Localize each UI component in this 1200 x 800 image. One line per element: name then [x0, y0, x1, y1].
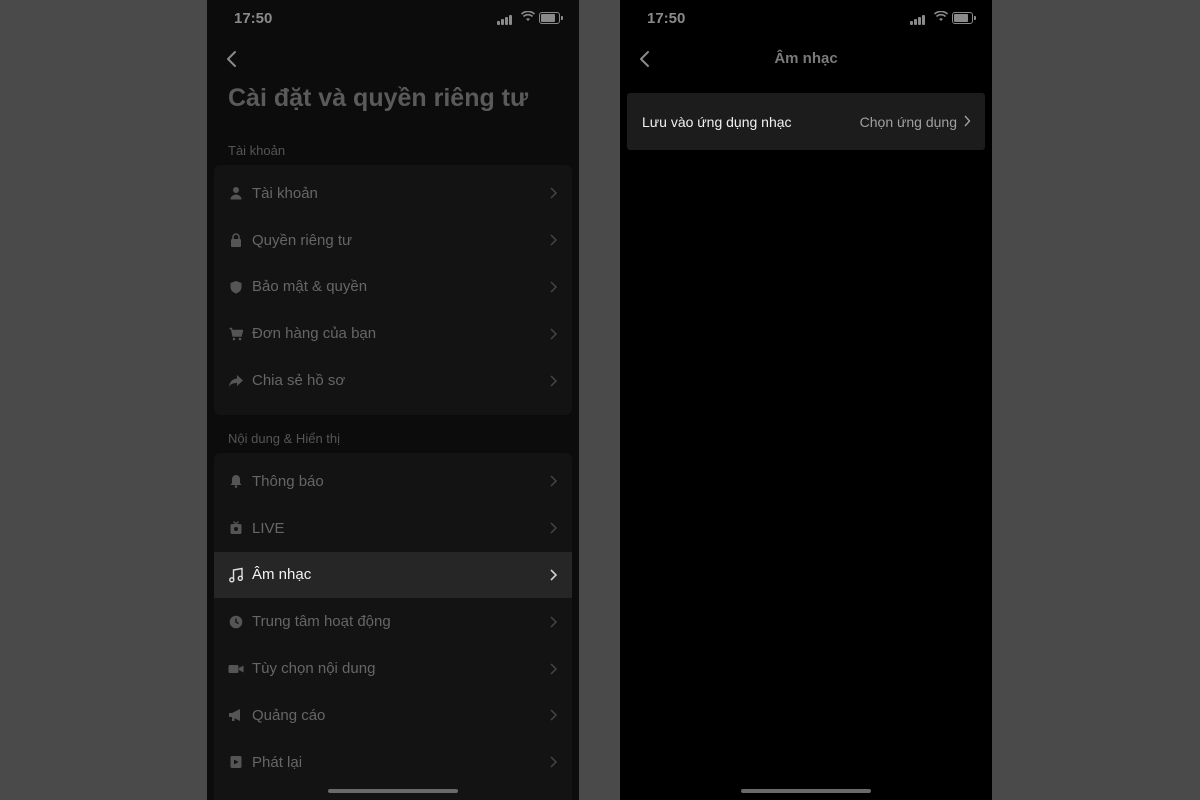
home-indicator[interactable] [741, 789, 871, 793]
settings-item-music[interactable]: Âm nhạc [214, 551, 572, 599]
chevron-right-icon [550, 522, 558, 534]
settings-item-playback[interactable]: Phát lại [214, 739, 572, 786]
page-title: Âm nhạc [774, 50, 838, 67]
settings-item-account[interactable]: Tài khoản [214, 170, 572, 217]
settings-item-label: Chia sẻ hồ sơ [252, 372, 346, 390]
cart-icon [228, 326, 244, 342]
settings-item-label: Quyền riêng tư [252, 231, 353, 249]
signal-bar [501, 19, 504, 25]
home-indicator[interactable] [328, 789, 458, 793]
settings-item-label: Thông báo [252, 472, 324, 490]
chevron-right-icon [550, 709, 558, 721]
chevron-right-icon [550, 569, 558, 581]
settings-item-label: LIVE [252, 519, 285, 537]
megaphone-icon [228, 707, 244, 723]
signal-bar [505, 17, 508, 25]
settings-item-label: Tài khoản [252, 184, 318, 202]
chevron-right-icon [550, 281, 558, 293]
chevron-right-icon [550, 475, 558, 487]
account-group: Tài khoản Quyền riêng tư Bảo mật & quyền… [214, 165, 572, 415]
chevron-right-icon [550, 234, 558, 246]
signal-bar [509, 15, 512, 25]
settings-item-live[interactable]: LIVE [214, 505, 572, 552]
settings-item-label: Bảo mật & quyền [252, 278, 368, 296]
signal-bar [914, 19, 917, 25]
chevron-right-icon [550, 756, 558, 768]
play-icon [228, 754, 244, 770]
settings-item-notifications[interactable]: Thông báo [214, 458, 572, 505]
save-to-music-app-row[interactable]: Lưu vào ứng dụng nhạc Chọn ứng dụng [627, 93, 985, 150]
setting-value: Chọn ứng dụng [859, 114, 957, 130]
page-title: Cài đặt và quyền riêng tư [228, 84, 529, 112]
section-label-content: Nội dung & Hiển thị [228, 431, 341, 446]
signal-bar [922, 15, 925, 25]
status-time: 17:50 [234, 10, 273, 27]
clock-icon [228, 614, 244, 630]
signal-icon [497, 21, 500, 25]
person-icon [228, 185, 244, 201]
settings-item-activity-center[interactable]: Trung tâm hoạt động [214, 598, 572, 645]
settings-item-label: Quảng cáo [252, 706, 326, 724]
settings-item-security[interactable]: Bảo mật & quyền [214, 264, 572, 311]
wifi-icon [934, 11, 948, 21]
settings-item-orders[interactable]: Đơn hàng của bạn [214, 310, 572, 357]
signal-icon [910, 21, 913, 25]
music-note-icon [228, 567, 244, 583]
status-bar: 17:50 [207, 0, 579, 36]
settings-item-label: Tùy chọn nội dung [252, 660, 376, 678]
settings-item-label: Phát lại [252, 753, 303, 771]
settings-item-content-preferences[interactable]: Tùy chọn nội dung [214, 645, 572, 692]
shield-icon [228, 279, 244, 295]
music-screen: 17:50 Âm nhạc Lưu vào ứng dụng nhạc Chọn… [620, 0, 992, 800]
status-bar: 17:50 [620, 0, 992, 36]
wifi-icon [521, 11, 535, 21]
chevron-right-icon [550, 187, 558, 199]
settings-item-label: Trung tâm hoạt động [252, 613, 391, 631]
settings-item-ads[interactable]: Quảng cáo [214, 692, 572, 739]
settings-screen: 17:50 Cài đặt và quyền riêng tư Tài khoả… [207, 0, 579, 800]
settings-item-privacy[interactable]: Quyền riêng tư [214, 217, 572, 264]
chevron-right-icon [550, 328, 558, 340]
live-icon [228, 520, 244, 536]
battery-icon [952, 12, 976, 24]
settings-item-label: Đơn hàng của bạn [252, 325, 377, 343]
bell-icon [228, 473, 244, 489]
settings-item-label: Âm nhạc [252, 566, 312, 584]
section-label-account: Tài khoản [228, 143, 286, 158]
lock-icon [228, 232, 244, 248]
video-icon [228, 661, 244, 677]
back-button[interactable] [221, 48, 243, 70]
settings-item-share-profile[interactable]: Chia sẻ hồ sơ [214, 357, 572, 404]
status-icons [497, 11, 563, 25]
status-icons [910, 11, 976, 25]
signal-bar [918, 17, 921, 25]
chevron-right-icon [964, 115, 971, 127]
status-time: 17:50 [647, 10, 686, 27]
chevron-right-icon [550, 616, 558, 628]
share-icon [228, 373, 244, 389]
content-group: Thông báo LIVE Âm nhạc Trung tâm hoạt độ… [214, 453, 572, 800]
chevron-right-icon [550, 663, 558, 675]
chevron-right-icon [550, 375, 558, 387]
setting-label: Lưu vào ứng dụng nhạc [642, 114, 792, 130]
battery-icon [539, 12, 563, 24]
